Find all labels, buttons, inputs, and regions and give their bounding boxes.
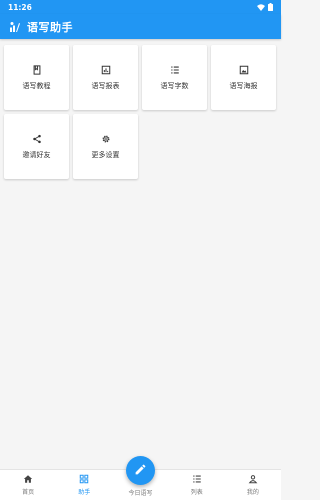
status-bar: 11:26 — [0, 0, 281, 14]
card-report[interactable]: 语写报表 — [73, 45, 138, 110]
chart-icon — [101, 65, 111, 75]
nav-label: 助手 — [78, 489, 91, 496]
nav-item-profile[interactable]: 我的 — [225, 470, 281, 500]
battery-icon — [268, 3, 273, 11]
card-label: 语写海报 — [229, 81, 258, 90]
nav-label: 我的 — [246, 489, 259, 496]
feature-grid: 语写教程 语写报表 语写字数 语写海报 邀请好友 更多设置 — [4, 45, 279, 179]
app-logo-icon — [9, 21, 21, 33]
book-icon — [32, 64, 42, 75]
card-invite[interactable]: 邀请好友 — [4, 114, 69, 179]
status-icons — [257, 3, 273, 11]
card-label: 邀请好友 — [22, 150, 51, 159]
image-icon — [239, 65, 249, 75]
nav-item-assistant[interactable]: 助手 — [56, 470, 112, 500]
today-writing-fab[interactable] — [126, 456, 155, 485]
share-icon — [32, 134, 42, 144]
card-word-count[interactable]: 语写字数 — [142, 45, 207, 110]
nav-item-home[interactable]: 首页 — [0, 470, 56, 500]
nav-item-list[interactable]: 列表 — [169, 470, 225, 500]
card-label: 语写字数 — [160, 81, 189, 90]
page-title: 语写助手 — [27, 20, 73, 34]
nav-label: 首页 — [22, 489, 35, 496]
pencil-icon — [134, 461, 147, 480]
card-label: 语写报表 — [91, 81, 120, 90]
nav-label: 今日语写 — [128, 490, 153, 497]
gear-icon — [101, 134, 111, 144]
home-icon — [23, 474, 33, 484]
card-settings[interactable]: 更多设置 — [73, 114, 138, 179]
grid-icon — [79, 474, 89, 484]
status-time: 11:26 — [8, 2, 32, 12]
wifi-icon — [257, 3, 265, 11]
app-bar: 语写助手 — [0, 14, 281, 39]
card-label: 更多设置 — [91, 150, 120, 159]
person-icon — [248, 474, 258, 484]
list-icon — [192, 474, 202, 484]
card-poster[interactable]: 语写海报 — [211, 45, 276, 110]
card-tutorial[interactable]: 语写教程 — [4, 45, 69, 110]
nav-label: 列表 — [190, 489, 203, 496]
list-icon — [170, 65, 180, 75]
card-label: 语写教程 — [22, 81, 51, 90]
